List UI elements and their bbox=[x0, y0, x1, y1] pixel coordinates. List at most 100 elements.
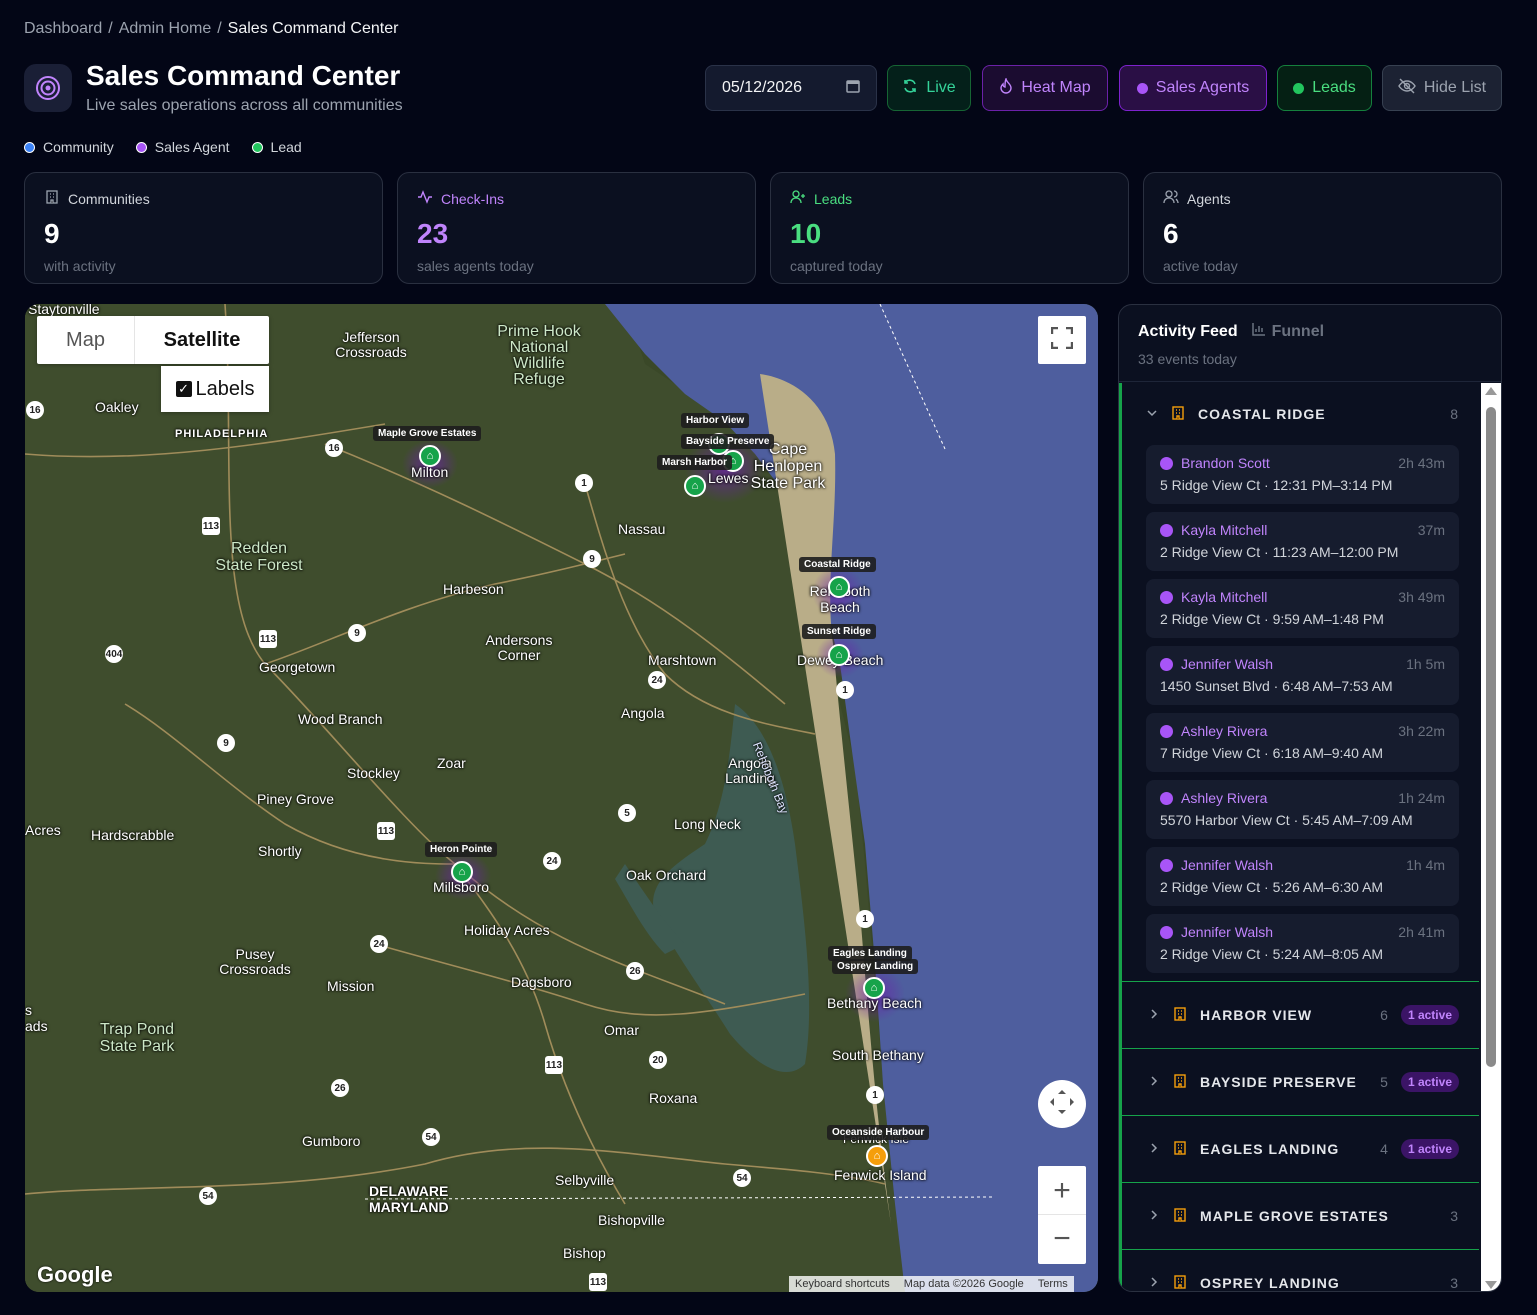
highway-shield: 9 bbox=[348, 624, 366, 642]
lead-dot-icon bbox=[1293, 82, 1305, 94]
map-state-label: MARYLAND bbox=[369, 1199, 449, 1215]
community-group[interactable]: OSPREY LANDING 3 bbox=[1122, 1249, 1479, 1291]
community-pin[interactable]: ⌂ bbox=[419, 445, 441, 467]
group-count: 5 bbox=[1380, 1074, 1389, 1090]
activity-event[interactable]: Jennifer Walsh 2h 41m 2 Ridge View Ct · 5:… bbox=[1146, 914, 1459, 973]
agent-dot-icon bbox=[135, 141, 147, 153]
building-icon bbox=[44, 189, 60, 208]
satellite-imagery bbox=[25, 304, 1098, 1292]
map-town-label: Stockley bbox=[347, 765, 400, 781]
scroll-up-icon[interactable] bbox=[1485, 387, 1497, 395]
stat-value: 6 bbox=[1163, 218, 1179, 249]
stat-sub: with activity bbox=[44, 258, 116, 274]
group-name: OSPREY LANDING bbox=[1200, 1275, 1340, 1291]
agent-avatar-icon bbox=[1160, 925, 1173, 939]
community-pin[interactable]: ⌂ bbox=[828, 576, 850, 598]
community-pin[interactable]: ⌂ bbox=[828, 644, 850, 666]
scrollbar[interactable] bbox=[1481, 383, 1501, 1291]
bar-chart-icon bbox=[1251, 322, 1266, 341]
map-town-label: Harbeson bbox=[443, 581, 504, 597]
community-pin[interactable]: ⌂ bbox=[866, 1145, 888, 1167]
map-park-label: Prime Hook National Wildlife Refuge bbox=[497, 323, 581, 388]
sales-agents-label: Sales Agents bbox=[1155, 79, 1250, 96]
live-button[interactable]: Live bbox=[887, 65, 971, 111]
community-group-coastal-ridge[interactable]: COASTAL RIDGE 8 bbox=[1122, 383, 1479, 445]
fullscreen-button[interactable] bbox=[1038, 316, 1086, 364]
eye-off-icon bbox=[1398, 78, 1416, 99]
keyboard-shortcuts-link[interactable]: Keyboard shortcuts bbox=[795, 1278, 890, 1290]
camera-control-button[interactable] bbox=[1038, 1080, 1086, 1128]
map-town-label: Pusey Crossroads bbox=[219, 946, 291, 977]
highway-shield: 54 bbox=[422, 1128, 440, 1146]
tab-activity-feed[interactable]: Activity Feed bbox=[1138, 323, 1238, 341]
chevron-right-icon bbox=[1148, 1141, 1160, 1157]
date-input[interactable]: 05/12/2026 bbox=[705, 65, 877, 111]
terms-link[interactable]: Terms bbox=[1038, 1278, 1068, 1290]
activity-event[interactable]: Jennifer Walsh 1h 4m 2 Ridge View Ct · 5:2… bbox=[1146, 847, 1459, 906]
building-icon bbox=[1172, 1207, 1188, 1226]
event-agent: Brandon Scott bbox=[1160, 455, 1270, 471]
checkbox-checked-icon: ✓ bbox=[175, 381, 192, 397]
zoom-in-button[interactable]: + bbox=[1038, 1167, 1086, 1215]
map-type-map-button[interactable]: Map bbox=[37, 329, 134, 352]
activity-event[interactable]: Brandon Scott 2h 43m 5 Ridge View Ct · 12:… bbox=[1146, 445, 1459, 504]
sales-agents-button[interactable]: Sales Agents bbox=[1119, 65, 1267, 111]
highway-shield: 16 bbox=[26, 401, 44, 419]
agent-name: Jennifer Walsh bbox=[1181, 656, 1274, 672]
highway-shield: 1 bbox=[836, 681, 854, 699]
scrollbar-thumb[interactable] bbox=[1486, 407, 1496, 1067]
legend-label: Lead bbox=[270, 139, 302, 155]
building-icon bbox=[1172, 1140, 1188, 1159]
event-detail: 2 Ridge View Ct · 11:23 AM–12:00 PM bbox=[1160, 544, 1399, 560]
agent-name: Jennifer Walsh bbox=[1181, 857, 1274, 873]
event-agent: Jennifer Walsh bbox=[1160, 656, 1273, 672]
stat-value: 23 bbox=[417, 218, 449, 249]
page-title: Sales Command Center bbox=[86, 60, 401, 91]
community-group[interactable]: EAGLES LANDING 4 1 active bbox=[1122, 1115, 1479, 1182]
legend-label: Community bbox=[43, 139, 114, 155]
community-pin[interactable]: ⌂ bbox=[863, 977, 885, 999]
map-view[interactable]: Staytonville Jefferson Crossroads Prime … bbox=[25, 304, 1098, 1292]
legend-label: Sales Agent bbox=[154, 139, 230, 155]
building-icon bbox=[1172, 1006, 1188, 1025]
calendar-icon[interactable] bbox=[846, 79, 860, 98]
community-pin-label: Sunset Ridge bbox=[802, 624, 876, 639]
hide-list-button[interactable]: Hide List bbox=[1382, 65, 1502, 111]
event-detail: 5 Ridge View Ct · 12:31 PM–3:14 PM bbox=[1160, 477, 1393, 493]
event-list: Brandon Scott 2h 43m 5 Ridge View Ct · 12:… bbox=[1122, 445, 1479, 973]
users-icon bbox=[1163, 189, 1179, 208]
event-time-ago: 2h 43m bbox=[1398, 455, 1445, 471]
zoom-out-button[interactable]: − bbox=[1038, 1215, 1086, 1263]
event-agent: Kayla Mitchell bbox=[1160, 522, 1267, 538]
event-time-ago: 3h 49m bbox=[1398, 589, 1445, 605]
community-pin[interactable]: ⌂ bbox=[684, 475, 706, 497]
community-group[interactable]: BAYSIDE PRESERVE 5 1 active bbox=[1122, 1048, 1479, 1115]
activity-event[interactable]: Kayla Mitchell 3h 49m 2 Ridge View Ct · 9:… bbox=[1146, 579, 1459, 638]
map-type-satellite-button[interactable]: Satellite bbox=[134, 316, 269, 364]
map-town-label: Bishopville bbox=[598, 1212, 665, 1228]
community-pin[interactable]: ⌂ bbox=[451, 861, 473, 883]
activity-event[interactable]: Kayla Mitchell 37m 2 Ridge View Ct · 11:23… bbox=[1146, 512, 1459, 571]
feed-list: COASTAL RIDGE 8 Brandon Scott 2h 43m 5 Rid… bbox=[1119, 383, 1479, 1291]
event-detail: 2 Ridge View Ct · 5:26 AM–6:30 AM bbox=[1160, 879, 1384, 895]
community-group[interactable]: MAPLE GROVE ESTATES 3 bbox=[1122, 1182, 1479, 1249]
breadcrumb: Dashboard / Admin Home / Sales Command Cen… bbox=[24, 20, 398, 38]
highway-shield: 9 bbox=[217, 734, 235, 752]
breadcrumb-admin-home[interactable]: Admin Home bbox=[119, 20, 211, 38]
tab-funnel[interactable]: Funnel bbox=[1251, 322, 1324, 341]
heat-map-button[interactable]: Heat Map bbox=[982, 65, 1108, 111]
event-detail: 2 Ridge View Ct · 5:24 AM–8:05 AM bbox=[1160, 946, 1384, 962]
active-badge: 1 active bbox=[1400, 1005, 1459, 1025]
breadcrumb-dashboard[interactable]: Dashboard bbox=[24, 20, 102, 38]
stat-sub: active today bbox=[1163, 258, 1238, 274]
community-group[interactable]: HARBOR VIEW 6 1 active bbox=[1122, 981, 1479, 1048]
activity-event[interactable]: Ashley Rivera 3h 22m 7 Ridge View Ct · 6:1… bbox=[1146, 713, 1459, 772]
map-attribution: Keyboard shortcuts Map data ©2026 Google… bbox=[789, 1276, 1074, 1292]
stat-label-text: Leads bbox=[814, 190, 853, 207]
labels-checkbox[interactable]: ✓ Labels bbox=[161, 366, 269, 412]
scroll-down-icon[interactable] bbox=[1485, 1281, 1497, 1289]
activity-event[interactable]: Jennifer Walsh 1h 5m 1450 Sunset Blvd · 6:… bbox=[1146, 646, 1459, 705]
agent-avatar-icon bbox=[1160, 858, 1173, 872]
activity-event[interactable]: Ashley Rivera 1h 24m 5570 Harbor View Ct ·… bbox=[1146, 780, 1459, 839]
leads-button[interactable]: Leads bbox=[1277, 65, 1372, 111]
